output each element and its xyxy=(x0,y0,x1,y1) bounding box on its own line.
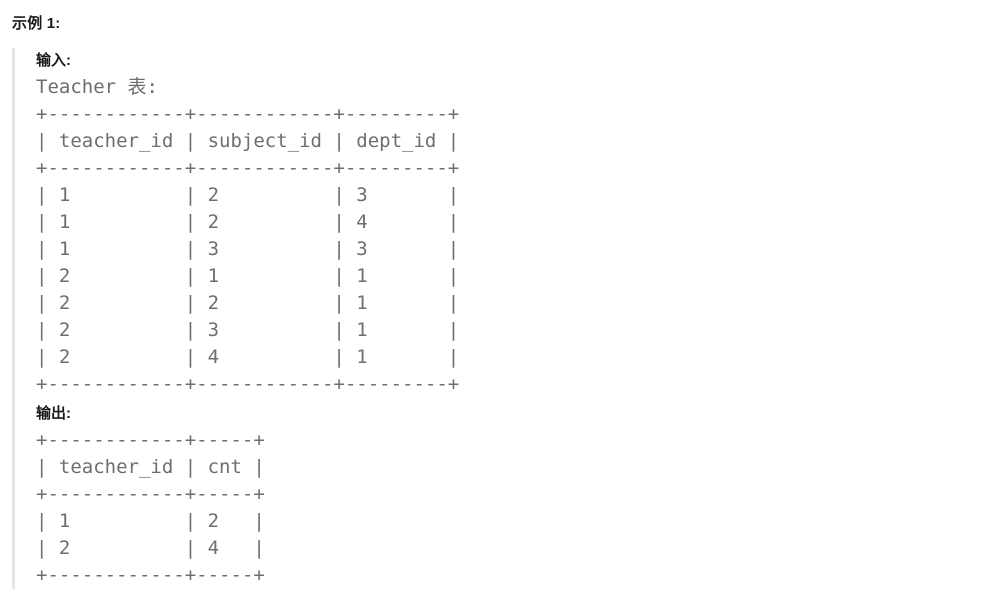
example-panel: 示例 1: 输入: Teacher 表: +------------+-----… xyxy=(0,0,1008,597)
output-label: 输出: xyxy=(36,405,71,422)
input-label: 输入: xyxy=(36,52,71,69)
example-heading: 示例 1: xyxy=(12,15,61,32)
output-table-ascii: +------------+-----+ | teacher_id | cnt … xyxy=(36,429,265,586)
input-table-ascii: +------------+------------+---------+ | … xyxy=(36,103,460,395)
input-table-caption: Teacher 表: xyxy=(36,76,158,98)
example-blockquote: 输入: Teacher 表: +------------+-----------… xyxy=(12,48,992,589)
